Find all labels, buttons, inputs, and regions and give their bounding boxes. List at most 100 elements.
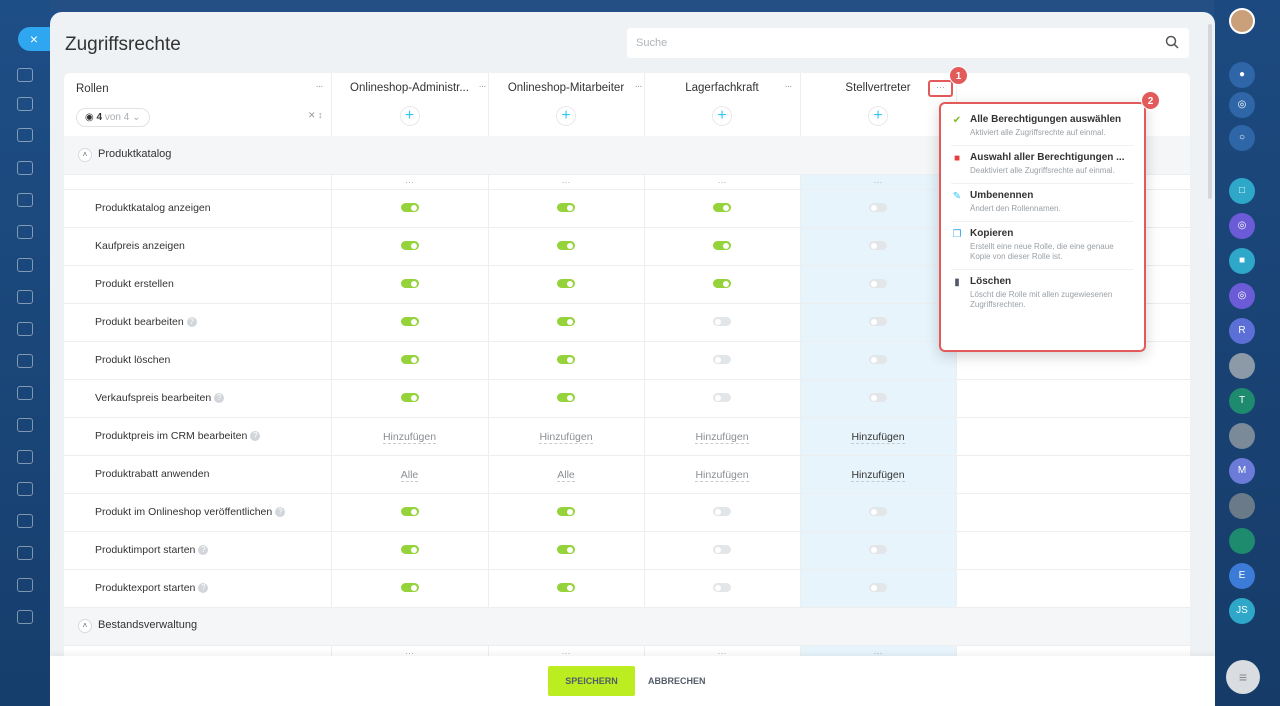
menu-item[interactable]: ▮ Löschen Löscht die Rolle mit allen zugew… [951, 270, 1134, 317]
permission-toggle[interactable] [400, 241, 419, 251]
permission-toggle[interactable] [713, 203, 731, 213]
column-more-icon[interactable]: ··· [488, 174, 645, 190]
permission-toggle[interactable] [869, 203, 887, 213]
permission-toggle[interactable] [400, 317, 419, 327]
permission-value-link[interactable]: Alle [557, 469, 575, 482]
add-member-button[interactable]: + [557, 107, 575, 125]
permission-toggle[interactable] [557, 241, 575, 251]
add-member-button[interactable]: + [713, 107, 731, 125]
bell-icon[interactable]: ● [1229, 62, 1255, 88]
permission-toggle[interactable] [713, 583, 731, 593]
app-icon[interactable]: ◎ [1229, 213, 1255, 239]
nav-icon[interactable] [17, 450, 33, 464]
nav-icon[interactable] [17, 68, 33, 82]
permission-toggle[interactable] [400, 393, 419, 403]
help-icon[interactable]: ? [275, 507, 286, 518]
permission-toggle[interactable] [869, 355, 887, 365]
search-input[interactable]: Suche [627, 28, 1189, 58]
contact-avatar[interactable] [1229, 353, 1255, 379]
permission-toggle[interactable] [713, 355, 731, 365]
permission-toggle[interactable] [400, 355, 419, 365]
chevron-up-icon[interactable]: ˄ [78, 147, 92, 162]
permission-toggle[interactable] [713, 279, 731, 289]
permission-toggle[interactable] [557, 545, 575, 555]
help-icon[interactable]: ? [186, 317, 197, 328]
permission-value-link[interactable]: Hinzufügen [539, 431, 593, 444]
permission-toggle[interactable] [869, 279, 887, 289]
sort-icon[interactable]: ✕ ↕ [308, 110, 323, 121]
column-more-icon[interactable]: ··· [331, 174, 489, 190]
menu-item[interactable]: ■ Auswahl aller Berechtigungen ... Deaktiv… [951, 146, 1134, 184]
nav-icon[interactable] [17, 322, 33, 336]
permission-toggle[interactable] [400, 279, 419, 289]
column-more-icon[interactable]: ··· [800, 174, 957, 190]
permission-toggle[interactable] [713, 507, 731, 517]
nav-icon[interactable] [17, 97, 33, 111]
contact-avatar[interactable] [1229, 493, 1255, 519]
permission-toggle[interactable] [557, 583, 575, 593]
nav-icon[interactable] [17, 514, 33, 528]
help-icon[interactable]: ? [198, 583, 209, 594]
app-icon[interactable]: □ [1229, 178, 1255, 204]
menu-item[interactable]: ❐ Kopieren Erstellt eine neue Rolle, die e… [951, 222, 1134, 270]
nav-icon[interactable] [17, 128, 33, 142]
search-icon[interactable] [1165, 35, 1179, 49]
permission-toggle[interactable] [557, 355, 575, 365]
more-icon[interactable]: ··· [635, 81, 643, 92]
nav-icon[interactable] [17, 578, 33, 592]
more-icon[interactable]: ··· [316, 81, 324, 92]
contact-avatar[interactable]: R [1229, 318, 1255, 344]
role-more-button-highlighted[interactable]: ··· [928, 80, 953, 97]
nav-icon[interactable] [17, 354, 33, 368]
nav-icon[interactable] [17, 161, 33, 175]
permission-toggle[interactable] [400, 583, 419, 593]
nav-icon[interactable] [17, 225, 33, 239]
nav-icon[interactable] [17, 610, 33, 624]
chevron-up-icon[interactable]: ˄ [78, 619, 92, 633]
app-icon[interactable]: ◎ [1229, 283, 1255, 309]
permission-toggle[interactable] [713, 317, 731, 327]
save-button[interactable]: SPEICHERN [548, 666, 635, 696]
nav-icon[interactable] [17, 386, 33, 400]
column-more-icon[interactable]: ··· [644, 174, 801, 190]
app-icon[interactable]: ■ [1229, 248, 1255, 274]
permission-toggle[interactable] [713, 393, 731, 403]
contact-avatar[interactable]: JS [1229, 598, 1255, 624]
nav-icon[interactable] [17, 290, 33, 304]
permission-toggle[interactable] [869, 507, 887, 517]
more-icon[interactable]: ··· [479, 81, 487, 92]
more-icon[interactable]: ··· [785, 81, 793, 92]
permission-toggle[interactable] [713, 545, 731, 555]
menu-item[interactable]: ✔ Alle Berechtigungen auswählen Aktiviert … [951, 108, 1134, 146]
permission-toggle[interactable] [557, 203, 575, 213]
at-icon[interactable]: ◎ [1229, 92, 1255, 118]
add-member-button[interactable]: + [869, 107, 887, 125]
scrollbar[interactable] [1208, 24, 1212, 199]
permission-value-link[interactable]: Hinzufügen [851, 431, 905, 444]
contact-avatar[interactable]: E [1229, 563, 1255, 589]
permission-value-link[interactable]: Hinzufügen [695, 469, 749, 482]
permission-toggle[interactable] [557, 507, 575, 517]
contact-avatar[interactable]: T [1229, 388, 1255, 414]
permission-toggle[interactable] [400, 507, 419, 517]
permission-toggle[interactable] [869, 241, 887, 251]
permission-value-link[interactable]: Hinzufügen [382, 431, 437, 444]
permission-value-link[interactable]: Alle [400, 469, 419, 482]
permission-toggle[interactable] [557, 393, 575, 403]
chat-icon[interactable]: ○ [1229, 125, 1255, 151]
menu-icon[interactable]: ≡ [1226, 660, 1260, 694]
permission-toggle[interactable] [557, 317, 575, 327]
user-avatar[interactable] [1229, 8, 1255, 34]
contact-avatar[interactable]: M [1229, 458, 1255, 484]
menu-item[interactable]: ✎ Umbenennen Ändert den Rollennamen. [951, 184, 1134, 222]
section-header[interactable]: ˄ Bestandsverwaltung [64, 607, 1190, 646]
help-icon[interactable]: ? [214, 393, 225, 404]
permission-toggle[interactable] [713, 241, 731, 251]
permission-value-link[interactable]: Hinzufügen [695, 431, 749, 444]
permission-value-link[interactable]: Hinzufügen [851, 469, 905, 482]
nav-icon[interactable] [17, 482, 33, 496]
contact-avatar[interactable] [1229, 528, 1255, 554]
help-icon[interactable]: ? [198, 545, 209, 556]
help-icon[interactable]: ? [250, 431, 261, 442]
permission-toggle[interactable] [869, 317, 887, 327]
